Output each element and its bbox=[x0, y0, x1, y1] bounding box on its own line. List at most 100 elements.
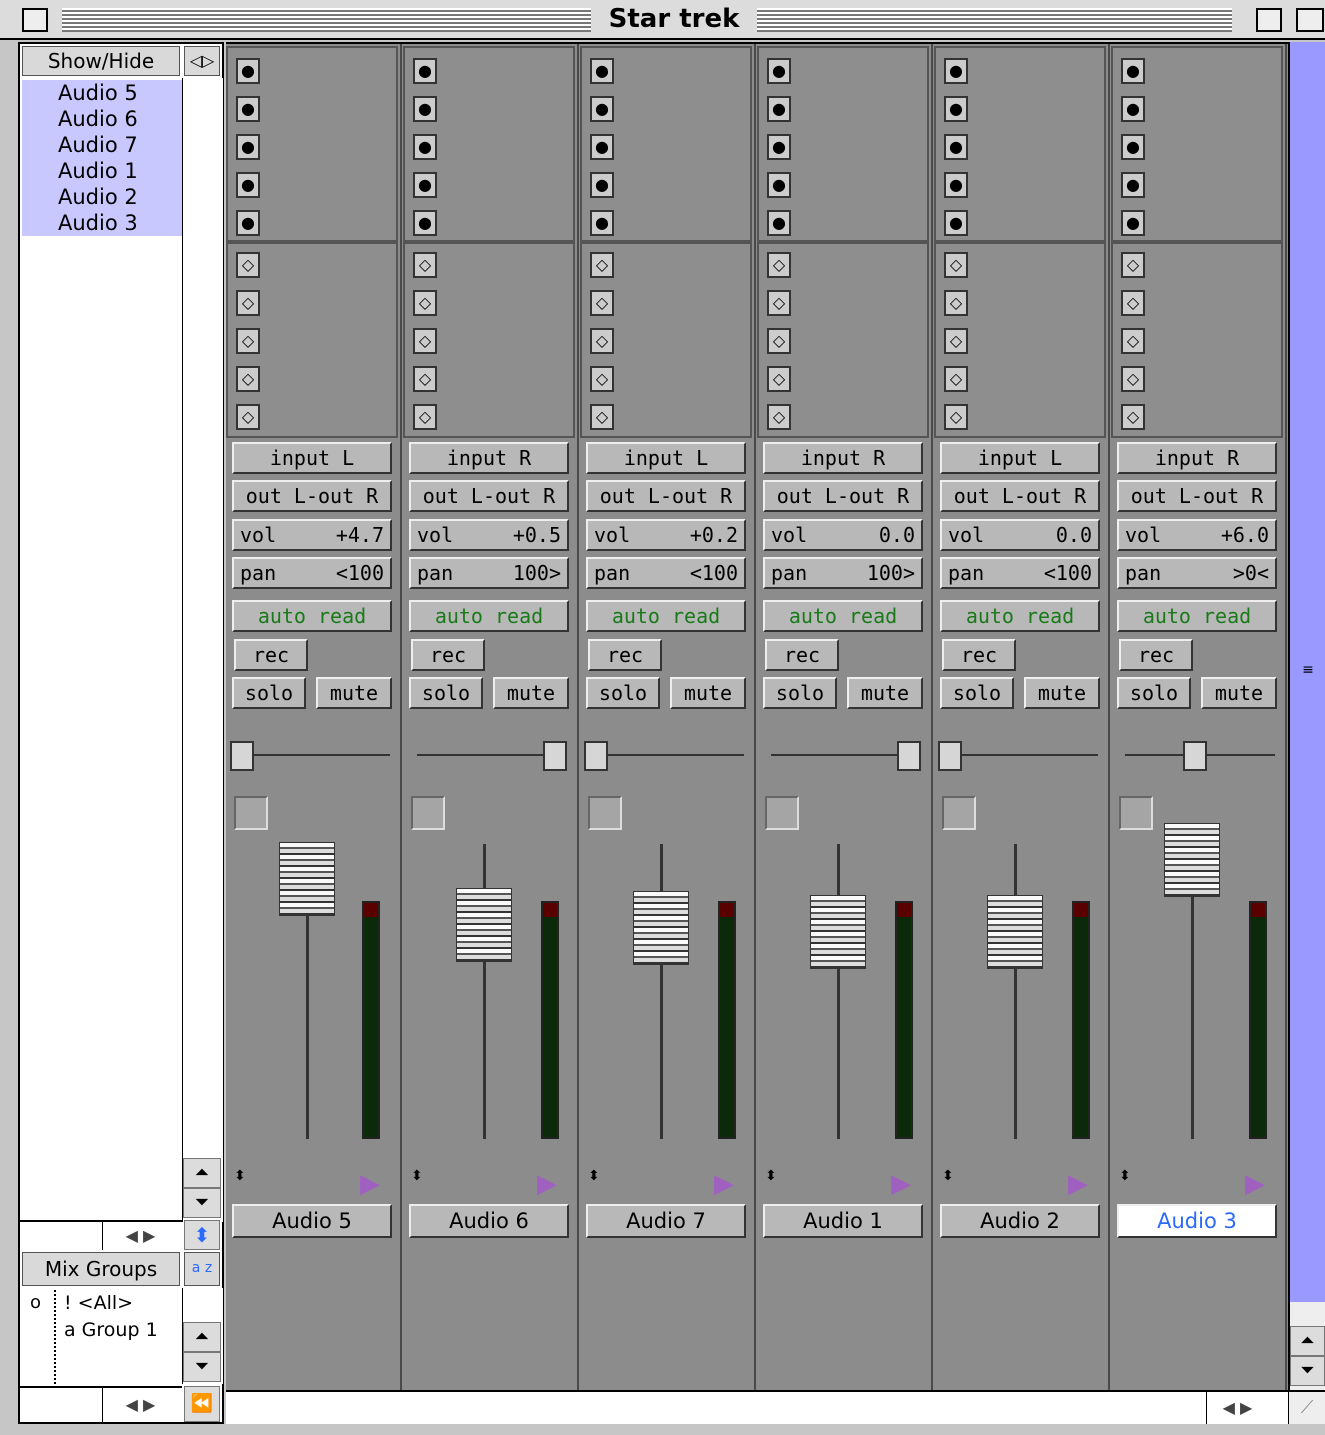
insert-slot-icon[interactable]: ● bbox=[944, 58, 968, 84]
send-slot-icon[interactable]: ◇ bbox=[944, 290, 968, 316]
automation-mode-button[interactable]: auto read bbox=[586, 600, 746, 632]
automation-mode-button[interactable]: auto read bbox=[409, 600, 569, 632]
fader-cap[interactable] bbox=[1164, 823, 1220, 897]
record-button[interactable]: rec bbox=[411, 639, 485, 671]
mute-button[interactable]: mute bbox=[670, 677, 746, 709]
send-slot-icon[interactable]: ◇ bbox=[236, 366, 260, 392]
mixer-hscroll-arrows-icon[interactable]: ◀ ▶ bbox=[1206, 1392, 1268, 1424]
input-selector[interactable]: input L bbox=[940, 442, 1100, 474]
send-slot-icon[interactable]: ◇ bbox=[767, 252, 791, 278]
insert-slot-icon[interactable]: ● bbox=[944, 134, 968, 160]
input-selector[interactable]: input R bbox=[409, 442, 569, 474]
pan-slider-knob[interactable] bbox=[584, 741, 608, 771]
scroll-up-icon[interactable]: ⏶ bbox=[183, 1158, 221, 1188]
mixer-scroll-up-icon[interactable]: ⏶ bbox=[1290, 1326, 1325, 1356]
collapse-box-icon[interactable] bbox=[1296, 8, 1324, 32]
mixer-horizontal-scrollbar[interactable]: ◀ ▶ ⟋ bbox=[226, 1390, 1325, 1424]
fader-cap[interactable] bbox=[810, 895, 866, 970]
volume-field[interactable]: vol +4.7 bbox=[232, 519, 392, 551]
group-item[interactable]: ! <All> bbox=[64, 1292, 182, 1318]
send-slot-icon[interactable]: ◇ bbox=[413, 404, 437, 430]
send-slot-icon[interactable]: ◇ bbox=[1121, 328, 1145, 354]
mute-button[interactable]: mute bbox=[1201, 677, 1277, 709]
insert-slot-icon[interactable]: ● bbox=[1121, 210, 1145, 236]
output-selector[interactable]: out L-out R bbox=[763, 480, 923, 512]
insert-slot-icon[interactable]: ● bbox=[236, 96, 260, 122]
send-slot-icon[interactable]: ◇ bbox=[236, 328, 260, 354]
input-selector[interactable]: input R bbox=[763, 442, 923, 474]
zoom-box-icon[interactable] bbox=[1256, 8, 1282, 32]
send-slot-icon[interactable]: ◇ bbox=[236, 252, 260, 278]
play-triangle-icon[interactable]: ▶ bbox=[891, 1170, 921, 1198]
pan-slider-knob[interactable] bbox=[1183, 741, 1207, 771]
track-list-item[interactable]: Audio 6 bbox=[22, 106, 182, 132]
send-slot-icon[interactable]: ◇ bbox=[1121, 366, 1145, 392]
solo-button[interactable]: solo bbox=[409, 677, 483, 709]
group-scroll-down-icon[interactable]: ⏷ bbox=[183, 1352, 221, 1382]
record-button[interactable]: rec bbox=[1119, 639, 1193, 671]
send-slot-icon[interactable]: ◇ bbox=[236, 404, 260, 430]
insert-slot-icon[interactable]: ● bbox=[413, 134, 437, 160]
pan-slider-track[interactable] bbox=[240, 754, 390, 756]
track-name-button[interactable]: Audio 2 bbox=[940, 1204, 1100, 1238]
insert-slot-icon[interactable]: ● bbox=[590, 58, 614, 84]
play-triangle-icon[interactable]: ▶ bbox=[1245, 1170, 1275, 1198]
send-slot-icon[interactable]: ◇ bbox=[590, 252, 614, 278]
send-slot-icon[interactable]: ◇ bbox=[944, 366, 968, 392]
resize-grip-icon[interactable]: ⟋ bbox=[1288, 1392, 1325, 1424]
automation-mode-button[interactable]: auto read bbox=[763, 600, 923, 632]
play-triangle-icon[interactable]: ▶ bbox=[537, 1170, 567, 1198]
volume-field[interactable]: vol +6.0 bbox=[1117, 519, 1277, 551]
solo-button[interactable]: solo bbox=[586, 677, 660, 709]
send-slot-icon[interactable]: ◇ bbox=[1121, 290, 1145, 316]
pan-field[interactable]: pan 100> bbox=[763, 557, 923, 589]
send-slot-icon[interactable]: ◇ bbox=[236, 290, 260, 316]
insert-slot-icon[interactable]: ● bbox=[1121, 58, 1145, 84]
rewind-icon[interactable]: ⏪ bbox=[184, 1386, 220, 1422]
fader-minus-box[interactable] bbox=[765, 796, 799, 830]
track-name-button[interactable]: Audio 7 bbox=[586, 1204, 746, 1238]
strip-resize-icon[interactable]: ⬍ bbox=[588, 1169, 608, 1198]
send-slot-icon[interactable]: ◇ bbox=[413, 252, 437, 278]
send-slot-icon[interactable]: ◇ bbox=[590, 290, 614, 316]
track-list-item[interactable]: Audio 5 bbox=[22, 80, 182, 106]
scroll-thumb[interactable]: ≡ bbox=[1290, 42, 1325, 1302]
volume-field[interactable]: vol +0.5 bbox=[409, 519, 569, 551]
send-slot-icon[interactable]: ◇ bbox=[944, 404, 968, 430]
insert-slot-icon[interactable]: ● bbox=[236, 210, 260, 236]
send-slot-icon[interactable]: ◇ bbox=[413, 328, 437, 354]
fader-minus-box[interactable] bbox=[588, 796, 622, 830]
automation-mode-button[interactable]: auto read bbox=[1117, 600, 1277, 632]
insert-slot-icon[interactable]: ● bbox=[944, 172, 968, 198]
send-slot-icon[interactable]: ◇ bbox=[413, 366, 437, 392]
track-list-item[interactable]: Audio 3 bbox=[22, 210, 182, 236]
send-slot-icon[interactable]: ◇ bbox=[767, 366, 791, 392]
record-button[interactable]: rec bbox=[765, 639, 839, 671]
insert-slot-icon[interactable]: ● bbox=[590, 96, 614, 122]
send-slot-icon[interactable]: ◇ bbox=[767, 328, 791, 354]
insert-slot-icon[interactable]: ● bbox=[944, 96, 968, 122]
pan-field[interactable]: pan >0< bbox=[1117, 557, 1277, 589]
group-scroll-up-icon[interactable]: ⏶ bbox=[183, 1322, 221, 1352]
fader-minus-box[interactable] bbox=[234, 796, 268, 830]
output-selector[interactable]: out L-out R bbox=[232, 480, 392, 512]
insert-slot-icon[interactable]: ● bbox=[590, 134, 614, 160]
track-name-button[interactable]: Audio 1 bbox=[763, 1204, 923, 1238]
insert-slot-icon[interactable]: ● bbox=[413, 210, 437, 236]
hscroll-arrows-icon[interactable]: ◀ ▶ bbox=[102, 1222, 178, 1250]
output-selector[interactable]: out L-out R bbox=[940, 480, 1100, 512]
mute-button[interactable]: mute bbox=[847, 677, 923, 709]
automation-mode-button[interactable]: auto read bbox=[940, 600, 1100, 632]
play-triangle-icon[interactable]: ▶ bbox=[1068, 1170, 1098, 1198]
insert-slot-icon[interactable]: ● bbox=[413, 96, 437, 122]
mix-groups-button[interactable]: Mix Groups bbox=[22, 1252, 180, 1286]
resize-divider-icon[interactable]: ⬍ bbox=[184, 1220, 220, 1250]
track-name-button[interactable]: Audio 5 bbox=[232, 1204, 392, 1238]
send-slot-icon[interactable]: ◇ bbox=[767, 404, 791, 430]
send-slot-icon[interactable]: ◇ bbox=[590, 366, 614, 392]
scroll-down-icon[interactable]: ⏷ bbox=[183, 1188, 221, 1218]
pan-field[interactable]: pan <100 bbox=[940, 557, 1100, 589]
insert-slot-icon[interactable]: ● bbox=[767, 96, 791, 122]
pan-slider-knob[interactable] bbox=[543, 741, 567, 771]
fader-cap[interactable] bbox=[633, 891, 689, 966]
